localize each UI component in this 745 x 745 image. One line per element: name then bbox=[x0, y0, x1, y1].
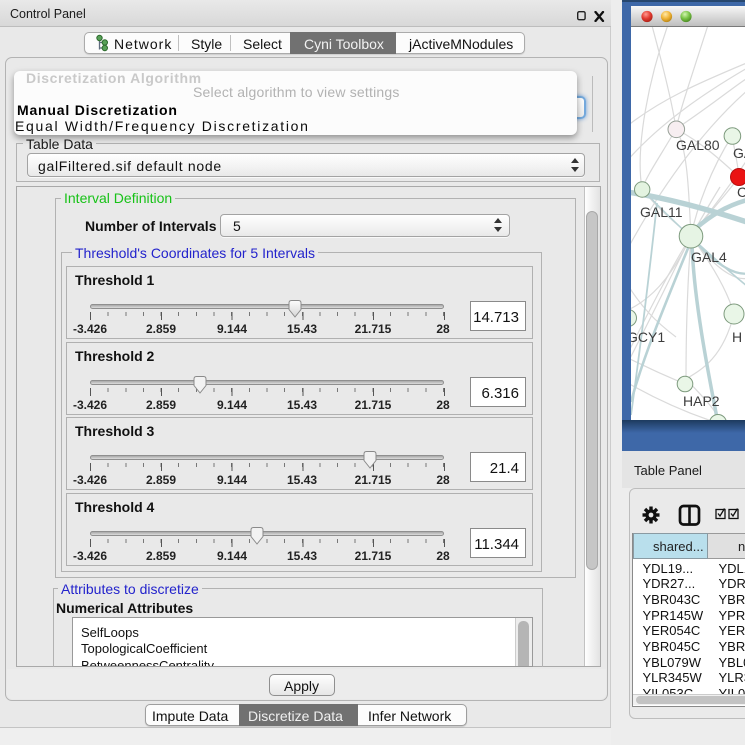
svg-text:GAL80: GAL80 bbox=[676, 137, 720, 153]
svg-text:GA: GA bbox=[733, 145, 745, 161]
svg-text:GCY1: GCY1 bbox=[631, 329, 665, 345]
svg-text:GAL4: GAL4 bbox=[691, 249, 727, 265]
svg-text:HAP2: HAP2 bbox=[683, 393, 720, 409]
svg-text:C: C bbox=[737, 184, 745, 200]
svg-text:GAL11: GAL11 bbox=[640, 204, 683, 220]
svg-text:H: H bbox=[732, 329, 742, 345]
